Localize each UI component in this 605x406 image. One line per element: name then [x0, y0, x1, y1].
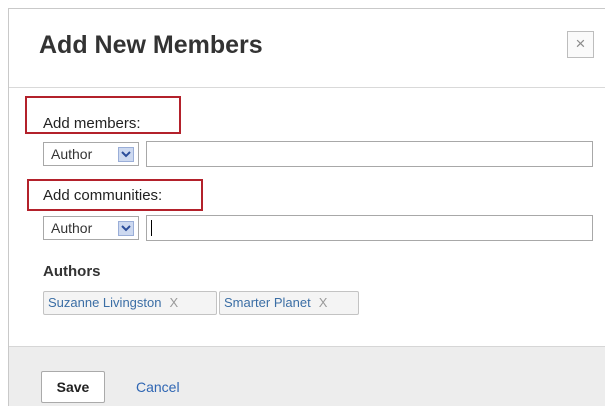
close-button[interactable]: × [567, 31, 594, 58]
members-role-value: Author [51, 146, 93, 162]
members-input[interactable] [146, 141, 593, 167]
author-tag: Suzanne Livingston X [43, 291, 217, 315]
communities-input[interactable] [146, 215, 593, 241]
dialog-footer: Save Cancel [9, 346, 605, 406]
add-members-label: Add members: [43, 115, 141, 132]
communities-role-select[interactable]: Author [43, 216, 139, 240]
cancel-link[interactable]: Cancel [136, 379, 180, 395]
remove-tag-icon[interactable]: X [319, 295, 328, 310]
text-cursor [151, 220, 152, 236]
communities-role-value: Author [51, 220, 93, 236]
authors-heading: Authors [43, 263, 101, 280]
members-role-select[interactable]: Author [43, 142, 139, 166]
dialog-title: Add New Members [39, 31, 263, 59]
remove-tag-icon[interactable]: X [169, 295, 178, 310]
author-tag-label: Suzanne Livingston [48, 295, 162, 310]
close-icon: × [575, 34, 586, 53]
add-communities-label: Add communities: [43, 187, 163, 204]
chevron-down-icon[interactable] [118, 221, 134, 236]
header-divider [9, 87, 605, 88]
author-tag: Smarter Planet X [219, 291, 359, 315]
dialog-header: Add New Members × [9, 9, 605, 87]
add-members-dialog: Add New Members × Add members: Author Ad… [8, 8, 605, 406]
save-button[interactable]: Save [41, 371, 105, 403]
background-page-text [60, 0, 360, 6]
chevron-down-icon[interactable] [118, 147, 134, 162]
author-tag-label: Smarter Planet [224, 295, 311, 310]
